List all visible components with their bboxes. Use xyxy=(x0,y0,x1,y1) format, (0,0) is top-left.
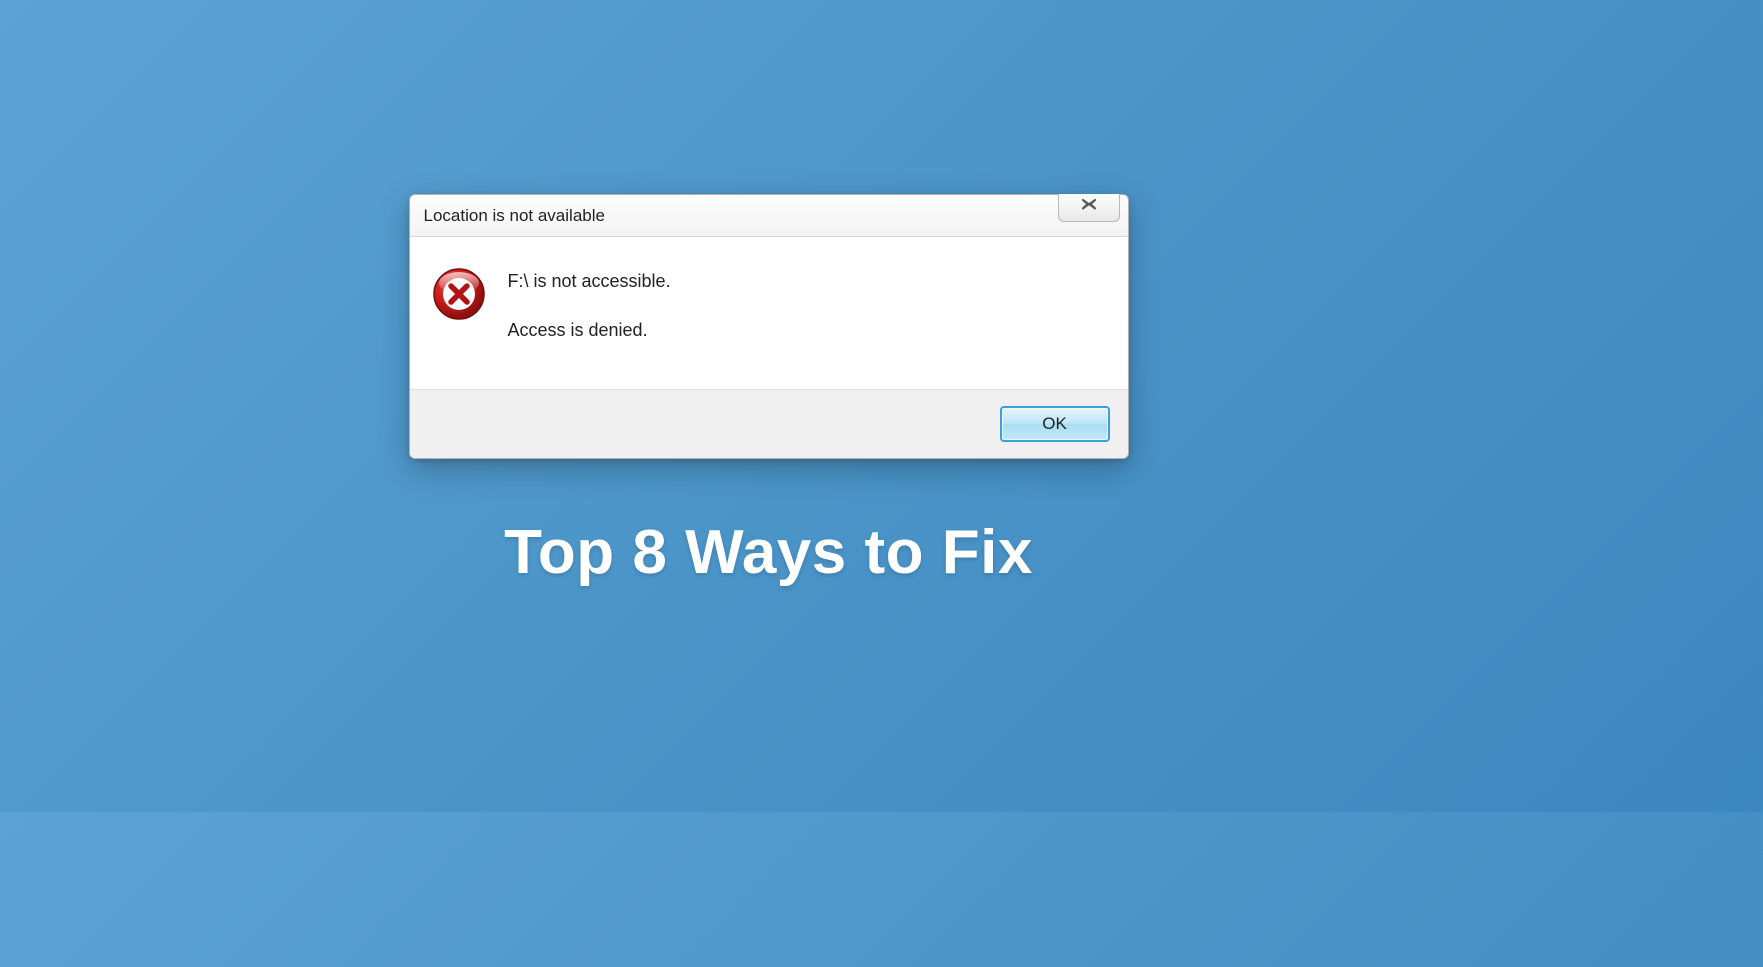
error-dialog: Location is not available xyxy=(409,194,1129,459)
message-block: F:\ is not accessible. Access is denied. xyxy=(508,265,671,341)
dialog-titlebar: Location is not available xyxy=(410,195,1128,237)
page-caption: Top 8 Ways to Fix xyxy=(504,517,1033,588)
close-icon xyxy=(1080,198,1098,217)
dialog-button-bar: OK xyxy=(410,389,1128,458)
dialog-content: F:\ is not accessible. Access is denied. xyxy=(410,237,1128,389)
error-message-primary: F:\ is not accessible. xyxy=(508,271,671,292)
ok-button[interactable]: OK xyxy=(1000,406,1110,442)
close-button[interactable] xyxy=(1058,194,1120,222)
error-icon xyxy=(432,267,486,321)
error-message-secondary: Access is denied. xyxy=(508,320,671,341)
dialog-title: Location is not available xyxy=(424,206,605,226)
